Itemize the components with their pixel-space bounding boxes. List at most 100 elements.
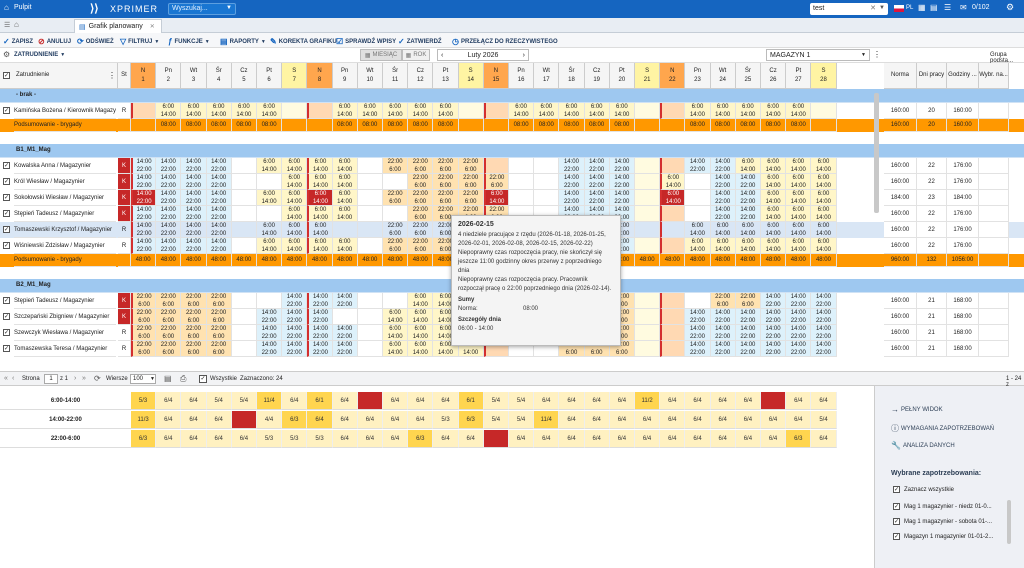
shift-cell[interactable]: 6:0014:00 [332, 158, 358, 174]
shift-cell[interactable]: 6:0014:00 [332, 174, 358, 190]
checkbox[interactable]: ✓ [893, 533, 900, 540]
shift-cell[interactable] [534, 190, 560, 206]
employee-name[interactable]: Szewczyk Wiesława / Magazynier [14, 325, 116, 341]
shift-cell[interactable] [534, 158, 560, 174]
chevron-right-icon[interactable]: › [523, 52, 525, 59]
demand-cell[interactable]: 6/4 [534, 392, 560, 410]
shift-cell[interactable] [660, 238, 686, 254]
chevron-left-icon[interactable]: ‹ [441, 52, 443, 59]
shift-cell[interactable]: 6:0014:00 [383, 341, 409, 357]
shift-cell[interactable]: 6:0014:00 [786, 103, 812, 119]
select-all-demands[interactable]: ✓ Zaznacz wszystkie [893, 486, 954, 493]
demand-cell[interactable]: 11/4 [257, 392, 283, 410]
shift-cell[interactable] [383, 174, 409, 190]
shift-cell[interactable]: 22:006:00 [156, 325, 182, 341]
demand-cell[interactable] [761, 392, 787, 410]
shift-cell[interactable]: 6:0014:00 [332, 103, 358, 119]
demand-cell[interactable]: 11/3 [131, 411, 157, 429]
shift-cell[interactable]: 14:0022:00 [156, 222, 182, 238]
shift-cell[interactable]: 14:0022:00 [710, 341, 736, 357]
shift-cell[interactable]: 6:0014:00 [735, 222, 761, 238]
shift-cell[interactable]: 22:006:00 [458, 174, 484, 190]
shift-cell[interactable]: 6:0014:00 [181, 103, 207, 119]
shift-cell[interactable]: 14:0022:00 [131, 158, 157, 174]
shift-cell[interactable]: 6:0014:00 [307, 174, 333, 190]
shift-cell[interactable]: 14:0022:00 [307, 341, 333, 357]
shift-cell[interactable] [357, 190, 383, 206]
demand-cell[interactable]: 6/4 [156, 392, 182, 410]
shift-cell[interactable] [231, 158, 257, 174]
column-header-dni[interactable]: Dni pracy [917, 63, 947, 89]
shift-cell[interactable]: 6:0014:00 [660, 174, 686, 190]
global-search-input[interactable]: Wyszukaj... ▼ [168, 3, 236, 15]
shift-cell[interactable]: 6:0014:00 [811, 190, 837, 206]
shift-cell[interactable]: 22:006:00 [735, 293, 761, 309]
demand-cell[interactable]: 6/4 [307, 411, 333, 429]
rows-per-page-select[interactable]: 100 ▼ [130, 374, 156, 384]
day-header[interactable]: Śr 25 [735, 63, 761, 89]
shift-cell[interactable]: 6:0014:00 [761, 174, 787, 190]
shift-cell[interactable]: 14:0022:00 [811, 309, 837, 325]
day-header[interactable]: Wt 3 [181, 63, 207, 89]
home-icon[interactable]: ⌂ [4, 3, 9, 12]
demand-cell[interactable] [483, 430, 509, 448]
shift-cell[interactable]: 6:0014:00 [609, 103, 635, 119]
shift-cell[interactable] [282, 103, 308, 119]
refresh-button[interactable]: ⟳ ODŚWIEŻ [77, 37, 114, 46]
employee-name[interactable]: Kowalska Anna / Magazynier [14, 158, 116, 174]
shift-cell[interactable]: 14:0022:00 [735, 190, 761, 206]
demand-cell[interactable]: 6/4 [383, 411, 409, 429]
demand-cell[interactable]: 6/4 [786, 411, 812, 429]
demand-cell[interactable]: 6/4 [509, 430, 535, 448]
shift-cell[interactable]: 6:0014:00 [786, 238, 812, 254]
shift-cell[interactable] [509, 190, 535, 206]
shift-cell[interactable]: 22:006:00 [483, 174, 509, 190]
shift-cell[interactable] [231, 293, 257, 309]
employee-name[interactable]: Wiśniewski Zdzisław / Magazynier [14, 238, 116, 254]
demand-cell[interactable]: 6/4 [332, 430, 358, 448]
shift-cell[interactable]: 14:0022:00 [609, 190, 635, 206]
demand-cell[interactable]: 6/4 [660, 411, 686, 429]
approve-button[interactable]: ✓ ZATWIERDŹ [398, 37, 442, 46]
tab-grafik-planowany[interactable]: ▤ Grafik planowany ✕ [74, 19, 162, 33]
shift-cell[interactable] [357, 341, 383, 357]
shift-cell[interactable] [660, 309, 686, 325]
shift-cell[interactable] [660, 158, 686, 174]
shift-cell[interactable]: 14:0022:00 [609, 158, 635, 174]
row-checkbox[interactable]: ✓ [3, 194, 10, 201]
shift-cell[interactable]: 14:0022:00 [257, 325, 283, 341]
shift-cell[interactable] [635, 309, 661, 325]
shift-cell[interactable]: 22:006:00 [383, 158, 409, 174]
shift-cell[interactable]: 6:0014:00 [761, 206, 787, 222]
shift-cell[interactable]: 6:0014:00 [761, 222, 787, 238]
demand-item[interactable]: ✓ Mag 1 magazynier - sobota 01-... [893, 518, 992, 525]
shift-cell[interactable]: 14:0022:00 [282, 341, 308, 357]
shift-cell[interactable]: 6:0014:00 [282, 238, 308, 254]
day-header[interactable]: Cz 5 [231, 63, 257, 89]
demand-cell[interactable]: 6/4 [156, 430, 182, 448]
demand-cell[interactable]: 6/4 [635, 411, 661, 429]
shift-cell[interactable] [231, 206, 257, 222]
shift-cell[interactable]: 14:0022:00 [735, 206, 761, 222]
shift-cell[interactable]: 6:0014:00 [811, 206, 837, 222]
shift-cell[interactable]: 6:0014:00 [483, 190, 509, 206]
shift-cell[interactable]: 14:0022:00 [131, 190, 157, 206]
day-header[interactable]: Pt 20 [609, 63, 635, 89]
chevron-down-icon[interactable]: ▼ [879, 5, 885, 11]
shift-cell[interactable]: 6:0014:00 [761, 158, 787, 174]
demand-cell[interactable]: 6/4 [534, 430, 560, 448]
shift-cell[interactable]: 22:006:00 [433, 174, 459, 190]
shift-cell[interactable]: 6:0014:00 [408, 341, 434, 357]
shift-cell[interactable] [660, 341, 686, 357]
day-header[interactable]: Śr 11 [383, 63, 409, 89]
shift-cell[interactable]: 14:0022:00 [786, 309, 812, 325]
demand-cell[interactable]: 6/4 [609, 392, 635, 410]
shift-cell[interactable]: 6:0014:00 [786, 222, 812, 238]
shift-cell[interactable]: 6:0014:00 [307, 158, 333, 174]
demand-cell[interactable]: 6/4 [282, 392, 308, 410]
demand-cell[interactable]: 6/3 [786, 430, 812, 448]
shift-cell[interactable] [231, 174, 257, 190]
shift-cell[interactable]: 22:006:00 [458, 190, 484, 206]
shift-cell[interactable]: 14:0022:00 [131, 238, 157, 254]
demand-cell[interactable]: 6/4 [609, 430, 635, 448]
